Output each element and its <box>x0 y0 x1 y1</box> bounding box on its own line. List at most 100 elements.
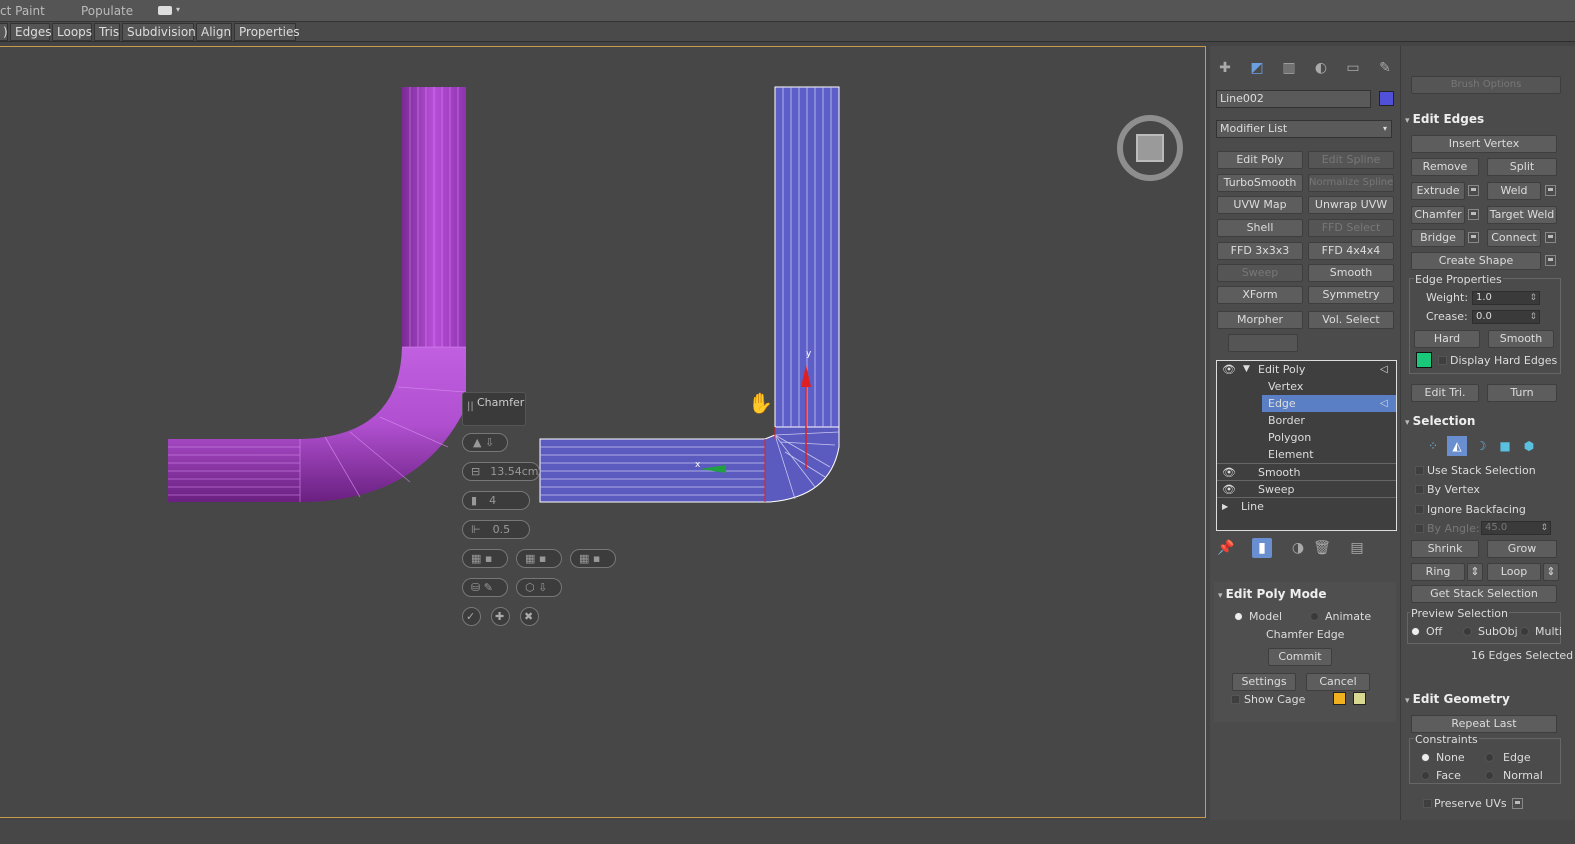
modifier-ffd-select-button[interactable]: FFD Select <box>1308 219 1394 237</box>
edit-geometry-title[interactable]: Edit Geometry <box>1405 692 1510 706</box>
stack-item-smooth[interactable]: 👁 Smooth <box>1217 463 1396 480</box>
quad-toggle[interactable]: ▦ ▪ <box>570 549 616 568</box>
get-stack-selection-button[interactable]: Get Stack Selection <box>1411 585 1557 603</box>
ribbon-tab-loops[interactable]: Loops <box>52 23 92 41</box>
display-tab-icon[interactable]: ▭ <box>1343 58 1363 78</box>
smooth-edge-button[interactable]: Smooth <box>1488 330 1554 348</box>
stack-item-polygon[interactable]: Polygon <box>1217 429 1396 446</box>
stack-item-element[interactable]: Element <box>1217 446 1396 463</box>
eye-icon[interactable]: 👁 <box>1222 361 1236 378</box>
commit-button[interactable]: Commit <box>1268 648 1332 666</box>
make-unique-icon[interactable]: ◑ <box>1288 538 1308 558</box>
stack-item-vertex[interactable]: Vertex <box>1217 378 1396 395</box>
ignore-backfacing-checkbox[interactable] <box>1415 505 1424 514</box>
target-weld-button[interactable]: Target Weld <box>1487 206 1557 224</box>
modifier-edit-poly-button[interactable]: Edit Poly <box>1217 151 1303 169</box>
configure-sets-icon[interactable]: ▤ <box>1347 538 1367 558</box>
modifier-turbosmooth-button[interactable]: TurboSmooth <box>1217 174 1303 192</box>
border-mode-icon[interactable]: ☽ <box>1471 436 1491 456</box>
ribbon-tab-edges[interactable]: Edges <box>10 23 51 41</box>
crease-spinner[interactable]: 0.0 <box>1472 310 1540 324</box>
repeat-last-button[interactable]: Repeat Last <box>1411 715 1557 733</box>
modifier-ffd4-button[interactable]: FFD 4x4x4 <box>1308 242 1394 260</box>
turn-button[interactable]: Turn <box>1487 384 1557 402</box>
stack-item-border[interactable]: Border <box>1217 412 1396 429</box>
object-color-swatch[interactable] <box>1379 91 1394 106</box>
preserve-uvs-checkbox[interactable] <box>1423 799 1432 808</box>
shrink-button[interactable]: Shrink <box>1411 540 1479 558</box>
eye-icon[interactable]: 👁 <box>1222 481 1236 498</box>
preview-off-radio[interactable] <box>1411 627 1420 636</box>
element-mode-icon[interactable]: ⬢ <box>1519 436 1539 456</box>
bridge-settings-icon[interactable] <box>1468 232 1479 243</box>
object-name-field[interactable]: Line002 <box>1216 90 1371 108</box>
bridge-button[interactable]: Bridge <box>1411 229 1465 247</box>
connect-settings-icon[interactable] <box>1545 232 1556 243</box>
viewcube[interactable] <box>1117 115 1183 181</box>
chevron-right-icon[interactable]: ▶ <box>1222 498 1228 515</box>
hierarchy-tab-icon[interactable]: ▥ <box>1279 58 1299 78</box>
vertex-mode-icon[interactable]: ⁘ <box>1423 436 1443 456</box>
material-toggle[interactable]: ⛁ ✎ <box>462 578 508 597</box>
cancel-caddy-button[interactable]: ✖ <box>520 607 539 626</box>
cage-color-swatch[interactable] <box>1333 692 1346 705</box>
model-radio[interactable] <box>1234 612 1243 621</box>
polygon-mode-icon[interactable]: ■ <box>1495 436 1515 456</box>
preserve-uvs-settings-icon[interactable] <box>1512 798 1523 809</box>
ribbon-tab-prev[interactable]: ) <box>0 23 8 41</box>
weld-settings-icon[interactable] <box>1545 185 1556 196</box>
modifier-shell-button[interactable]: Shell <box>1217 219 1303 237</box>
edge-mode-icon[interactable]: ◭ <box>1447 436 1467 456</box>
selection-title[interactable]: Selection <box>1405 414 1476 428</box>
animate-radio[interactable] <box>1310 612 1319 621</box>
stack-item-line[interactable]: ▶ Line <box>1217 497 1396 514</box>
chamfer-settings-icon[interactable] <box>1468 209 1479 220</box>
chamfer-type-dropdown[interactable]: ▲ ⇩ <box>462 433 508 452</box>
create-tab-plus-icon[interactable]: ✚ <box>1215 58 1235 78</box>
ok-button[interactable]: ✓ <box>462 607 481 626</box>
chamfer-segments-field[interactable]: ▮ 4 <box>462 491 530 510</box>
modifier-ffd3-button[interactable]: FFD 3x3x3 <box>1217 242 1303 260</box>
ribbon-tab-properties[interactable]: Properties <box>234 23 300 41</box>
ring-button[interactable]: Ring <box>1411 563 1465 581</box>
ribbon-tab-tris[interactable]: Tris <box>94 23 120 41</box>
preview-subobj-radio[interactable] <box>1463 627 1472 636</box>
constraint-normal-radio[interactable] <box>1485 771 1494 780</box>
stack-item-sweep[interactable]: 👁 Sweep <box>1217 480 1396 497</box>
modifier-empty-button[interactable] <box>1228 334 1298 352</box>
drag-handle-icon[interactable]: || <box>467 401 474 412</box>
preview-multi-radio[interactable] <box>1520 627 1529 636</box>
edit-tri-button[interactable]: Edit Tri. <box>1411 384 1479 402</box>
modifier-xform-button[interactable]: XForm <box>1217 286 1303 304</box>
loop-button[interactable]: Loop <box>1487 563 1541 581</box>
weld-button[interactable]: Weld <box>1487 182 1541 200</box>
loop-spinner[interactable]: ⇕ <box>1543 563 1559 581</box>
populate-dropdown-icon[interactable] <box>158 6 172 15</box>
modifier-stack[interactable]: 👁 ▼ Edit Poly ◁ Vertex Edge ◁ Border Poly… <box>1216 360 1397 531</box>
extrude-settings-icon[interactable] <box>1468 185 1479 196</box>
ribbon-tab-align[interactable]: Align <box>196 23 232 41</box>
viewport[interactable]: y x ✋ || Chamfer ▲ ⇩ ⊟ 13.54cm ▮ 4 ⊩ 0.5 ▦ … <box>0 46 1206 818</box>
stack-item-edit-poly[interactable]: 👁 ▼ Edit Poly ◁ <box>1217 361 1396 378</box>
modifier-unwrap-uvw-button[interactable]: Unwrap UVW <box>1308 196 1394 214</box>
smooth-toggle[interactable]: ▦ ▪ <box>516 549 562 568</box>
constraint-edge-radio[interactable] <box>1485 753 1494 762</box>
viewcube-face-icon[interactable] <box>1136 134 1164 162</box>
modifier-smooth-button[interactable]: Smooth <box>1308 264 1394 282</box>
pin-stack-icon[interactable]: 📌 <box>1216 538 1236 558</box>
eye-icon[interactable]: 👁 <box>1222 464 1236 481</box>
create-shape-button[interactable]: Create Shape <box>1411 252 1541 270</box>
modifier-vol-select-button[interactable]: Vol. Select <box>1308 311 1394 329</box>
menu-populate[interactable]: Populate <box>81 4 133 18</box>
use-stack-selection-checkbox[interactable] <box>1415 466 1424 475</box>
split-button[interactable]: Split <box>1487 158 1557 176</box>
connect-button[interactable]: Connect <box>1487 229 1541 247</box>
modifier-uvw-map-button[interactable]: UVW Map <box>1217 196 1303 214</box>
hard-button[interactable]: Hard <box>1414 330 1480 348</box>
motion-tab-icon[interactable]: ◐ <box>1311 58 1331 78</box>
edit-edges-title[interactable]: Edit Edges <box>1405 112 1484 126</box>
open-toggle[interactable]: ▦ ▪ <box>462 549 508 568</box>
ring-spinner[interactable]: ⇕ <box>1467 563 1483 581</box>
by-vertex-checkbox[interactable] <box>1415 485 1424 494</box>
menu-object-paint[interactable]: ct Paint <box>0 4 45 18</box>
